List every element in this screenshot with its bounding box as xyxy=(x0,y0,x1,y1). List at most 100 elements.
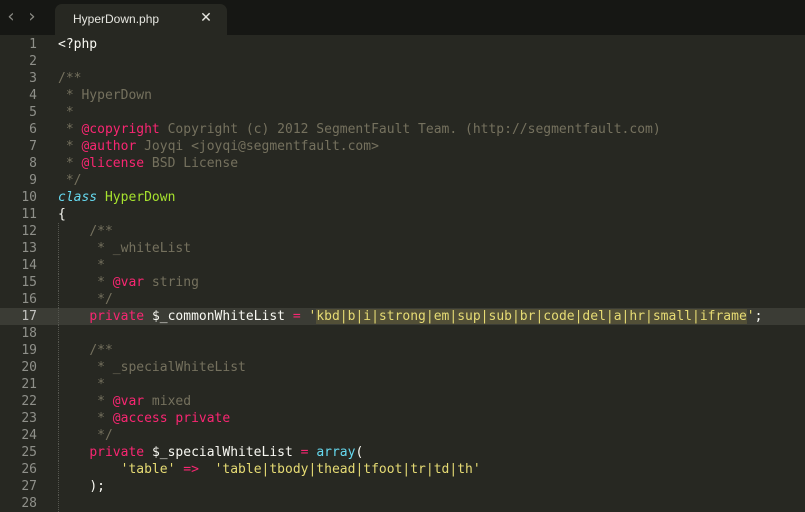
code-token: <?php xyxy=(58,37,98,52)
code-token: class xyxy=(58,190,98,205)
line-code: */ xyxy=(58,427,113,444)
code-editor[interactable]: 1 <?php 2 3/** 4 * HyperDown 5 * 6 * @copyrigh… xyxy=(0,36,805,512)
code-token: mixed xyxy=(144,394,192,409)
code-line[interactable]: 13 * _whiteList xyxy=(0,240,805,257)
chevron-right-icon[interactable]: › xyxy=(24,8,40,26)
code-token: 'table|tbody|thead|tfoot|tr|td|th' xyxy=(214,462,481,477)
code-token: @var xyxy=(112,275,145,290)
code-line[interactable]: 14 * xyxy=(0,257,805,274)
code-line[interactable]: 1 <?php xyxy=(0,36,805,53)
code-token: ); xyxy=(89,479,105,494)
line-code: * xyxy=(58,257,105,274)
code-token: @license xyxy=(81,156,145,171)
code-token: ; xyxy=(754,309,763,324)
file-tab[interactable]: HyperDown.php ✕ xyxy=(55,4,227,35)
code-token: @access xyxy=(112,411,168,426)
code-line[interactable]: 27 ); xyxy=(0,478,805,495)
code-token: { xyxy=(58,207,66,222)
line-number: 20 xyxy=(21,360,37,375)
selected-text: kbd|b|i|strong|em|sup|sub|br|code|del|a|… xyxy=(316,309,747,324)
line-code: * HyperDown xyxy=(58,87,152,104)
code-token: $_specialWhiteList xyxy=(151,445,293,460)
tab-title: HyperDown.php xyxy=(73,12,160,26)
code-line[interactable]: 22 * @var mixed xyxy=(0,393,805,410)
line-number: 9 xyxy=(29,173,37,188)
code-token: @copyright xyxy=(81,122,160,137)
code-token: Joyqi <joyqi@segmentfault.com> xyxy=(136,139,379,154)
indent-guide xyxy=(58,495,59,512)
code-token: => xyxy=(183,462,199,477)
line-number: 22 xyxy=(21,394,37,409)
code-token: */ xyxy=(58,173,82,188)
code-line[interactable]: 2 xyxy=(0,53,805,70)
code-line[interactable]: 28 xyxy=(0,495,805,512)
code-line[interactable]: 18 xyxy=(0,325,805,342)
code-line[interactable]: 26 'table' => 'table|tbody|thead|tfoot|t… xyxy=(0,461,805,478)
code-token: array xyxy=(316,445,356,460)
line-code: * xyxy=(58,376,105,393)
code-token: 'table' xyxy=(120,462,176,477)
line-number: 10 xyxy=(21,190,37,205)
code-token: @var xyxy=(112,394,145,409)
line-code: <?php xyxy=(58,36,97,53)
code-line[interactable]: 7 * @author Joyqi <joyqi@segmentfault.co… xyxy=(0,138,805,155)
close-icon[interactable]: ✕ xyxy=(198,10,214,26)
line-number: 6 xyxy=(29,122,37,137)
code-line[interactable]: 15 * @var string xyxy=(0,274,805,291)
code-line[interactable]: 4 * HyperDown xyxy=(0,87,805,104)
line-code: * @access private xyxy=(58,410,230,427)
code-line[interactable]: 25 private $_specialWhiteList = array( xyxy=(0,444,805,461)
code-line[interactable]: 16 */ xyxy=(0,291,805,308)
line-number: 27 xyxy=(21,479,37,494)
line-number: 26 xyxy=(21,462,37,477)
line-code: * @var string xyxy=(58,274,199,291)
line-number: 13 xyxy=(21,241,37,256)
code-token: $_commonWhiteList xyxy=(151,309,285,324)
code-line[interactable]: 9 */ xyxy=(0,172,805,189)
line-code: /** xyxy=(58,70,81,87)
code-token: * xyxy=(89,377,105,392)
code-line[interactable]: 20 * _specialWhiteList xyxy=(0,359,805,376)
code-token: private xyxy=(89,309,145,324)
chevron-left-icon[interactable]: ‹ xyxy=(3,8,19,26)
line-number: 3 xyxy=(29,71,37,86)
line-number: 18 xyxy=(21,326,37,341)
code-line[interactable]: 6 * @copyright Copyright (c) 2012 Segmen… xyxy=(0,121,805,138)
code-line[interactable]: 12 /** xyxy=(0,223,805,240)
code-line[interactable]: 24 */ xyxy=(0,427,805,444)
line-number: 4 xyxy=(29,88,37,103)
code-line[interactable]: 3 /** xyxy=(0,70,805,87)
line-code: /** xyxy=(58,342,113,359)
line-code: ); xyxy=(58,478,105,495)
line-code: * _specialWhiteList xyxy=(58,359,246,376)
code-line[interactable]: 5 * xyxy=(0,104,805,121)
code-token: * _whiteList xyxy=(89,241,192,256)
code-line[interactable]: 10 class HyperDown xyxy=(0,189,805,206)
code-token: * xyxy=(89,258,105,273)
line-code: /** xyxy=(58,223,112,240)
code-line[interactable]: 11 { xyxy=(0,206,805,223)
code-token: ' xyxy=(746,309,755,324)
line-code: * @author Joyqi <joyqi@segmentfault.com> xyxy=(58,138,379,155)
code-token: HyperDown xyxy=(104,190,176,205)
code-line[interactable]: 8 * @license BSD License xyxy=(0,155,805,172)
code-token: /** xyxy=(89,343,113,358)
code-line[interactable]: 17 private $_commonWhiteList = 'kbd|b|i|… xyxy=(0,308,805,325)
code-token: = xyxy=(292,309,301,324)
code-token: Copyright (c) 2012 SegmentFault Team. (h… xyxy=(159,122,661,137)
code-line[interactable]: 21 * xyxy=(0,376,805,393)
code-line[interactable]: 23 * @access private xyxy=(0,410,805,427)
code-line[interactable]: 19 /** xyxy=(0,342,805,359)
